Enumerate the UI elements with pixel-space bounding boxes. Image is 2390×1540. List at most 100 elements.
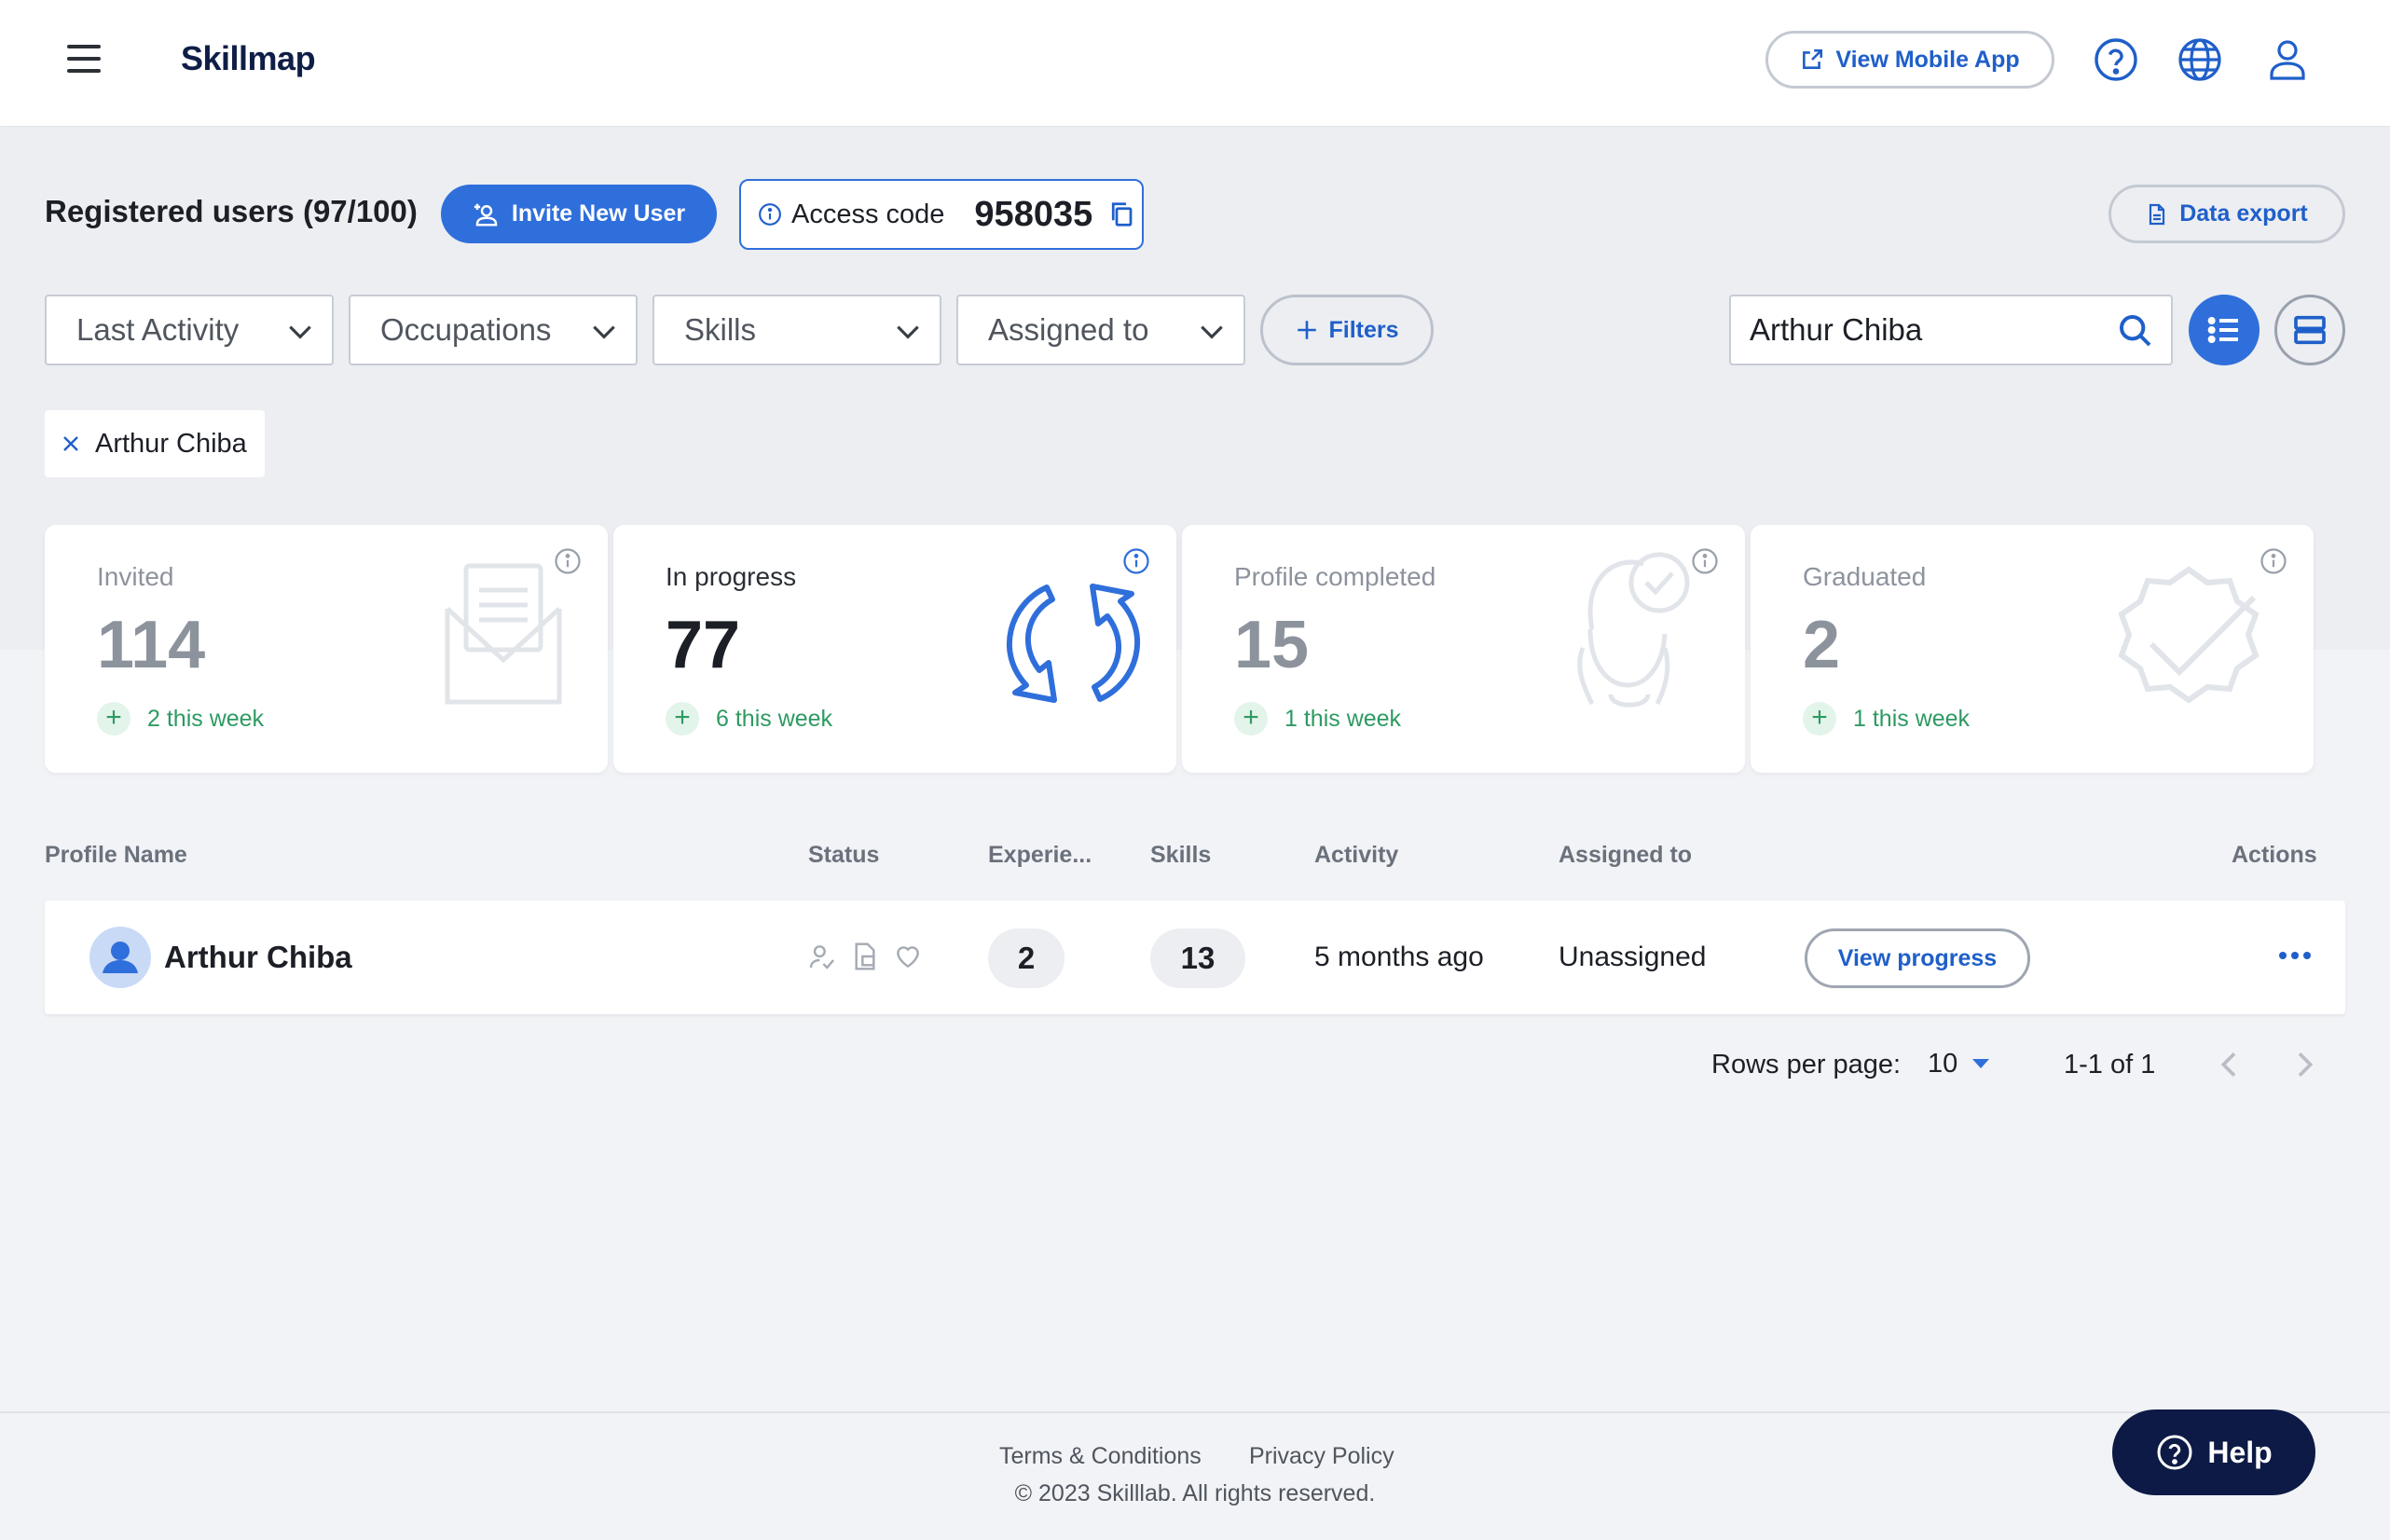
info-icon[interactable] [2260, 547, 2287, 575]
info-icon[interactable] [1122, 547, 1150, 575]
info-icon [759, 203, 781, 226]
filters-button[interactable]: Filters [1260, 295, 1434, 365]
external-link-icon [1803, 48, 1823, 69]
help-label: Help [2207, 1435, 2273, 1469]
column-skills[interactable]: Skills [1150, 842, 1211, 869]
globe-icon[interactable] [2176, 35, 2224, 84]
rows-icon [2294, 315, 2326, 345]
stat-weekly-label: 6 this week [716, 705, 833, 732]
skills-count: 13 [1150, 928, 1245, 988]
chevron-down-icon [289, 325, 311, 339]
document-icon [855, 942, 875, 970]
copy-icon[interactable] [1107, 200, 1135, 228]
column-profile-name[interactable]: Profile Name [45, 842, 187, 869]
help-circle-icon[interactable] [2092, 35, 2140, 84]
stat-value: 114 [97, 608, 206, 682]
column-assigned-to[interactable]: Assigned to [1559, 842, 1692, 869]
column-experience[interactable]: Experie... [988, 842, 1092, 869]
list-view-toggle[interactable] [2189, 295, 2260, 365]
badge-check-icon [2118, 566, 2260, 704]
data-export-label: Data export [2179, 200, 2308, 227]
experience-count: 2 [988, 928, 1065, 988]
top-header: Skillmap View Mobile App [0, 0, 2390, 127]
add-user-icon [474, 203, 498, 226]
search-icon[interactable] [2117, 312, 2154, 350]
view-mobile-app-label: View Mobile App [1835, 46, 2020, 73]
profile-name[interactable]: Arthur Chiba [164, 940, 352, 975]
rows-per-page-value: 10 [1928, 1048, 1958, 1079]
data-export-button[interactable]: Data export [2108, 185, 2345, 243]
stat-value: 2 [1803, 608, 1841, 682]
column-actions: Actions [2232, 842, 2317, 868]
stat-weekly-label: 1 this week [1853, 705, 1971, 732]
column-status[interactable]: Status [808, 842, 879, 869]
chevron-down-icon [593, 325, 615, 339]
caret-down-icon [1972, 1059, 1990, 1068]
menu-icon[interactable] [67, 45, 104, 76]
card-view-toggle[interactable] [2274, 295, 2345, 365]
occupations-dropdown[interactable]: Occupations [349, 295, 638, 365]
chevron-right-icon[interactable] [2286, 1046, 2323, 1083]
stat-value: 15 [1234, 608, 1310, 682]
rows-per-page-select[interactable]: 10 [1928, 1044, 2002, 1083]
last-activity-dropdown[interactable]: Last Activity [45, 295, 334, 365]
person-check-icon [1577, 552, 1690, 708]
occupations-label: Occupations [380, 312, 552, 347]
list-icon [2207, 317, 2238, 343]
document-icon [2150, 203, 2165, 225]
privacy-link[interactable]: Privacy Policy [1249, 1443, 1394, 1470]
plus-icon: + [1803, 702, 1836, 736]
plus-icon: + [666, 702, 699, 736]
stat-value: 77 [666, 608, 741, 682]
person-check-icon [809, 945, 834, 969]
plus-icon: + [97, 702, 130, 736]
info-icon[interactable] [1691, 547, 1719, 575]
terms-link[interactable]: Terms & Conditions [999, 1443, 1202, 1470]
stat-card-invited[interactable]: Invited 114 + 2 this week [45, 525, 608, 773]
help-circle-icon [2157, 1435, 2192, 1470]
search-field[interactable] [1729, 295, 2173, 365]
stat-label: Invited [97, 562, 174, 591]
copyright-text: © 2023 Skilllab. All rights reserved. [1014, 1480, 1376, 1506]
skills-dropdown[interactable]: Skills [652, 295, 941, 365]
skills-label: Skills [684, 312, 757, 347]
stat-label: Graduated [1803, 562, 1927, 591]
page-title: Registered users (97/100) [45, 194, 418, 228]
active-filter-chip: Arthur Chiba [45, 410, 265, 477]
plus-icon: + [1234, 702, 1268, 736]
column-activity[interactable]: Activity [1314, 842, 1398, 869]
heart-icon [897, 946, 919, 969]
stat-card-in-progress[interactable]: In progress 77 + 6 this week [613, 525, 1176, 773]
stat-label: Profile completed [1234, 562, 1436, 591]
close-icon[interactable] [60, 433, 82, 455]
filters-label: Filters [1328, 316, 1399, 343]
chevron-left-icon[interactable] [2211, 1046, 2248, 1083]
footer [0, 1411, 2390, 1540]
stat-weekly: + 1 this week [1803, 702, 1970, 736]
table-row[interactable]: Arthur Chiba 2 13 5 months ago Unassigne… [45, 901, 2345, 1014]
activity-value: 5 months ago [1314, 942, 1484, 972]
last-activity-label: Last Activity [76, 312, 240, 347]
view-progress-button[interactable]: View progress [1805, 928, 2030, 988]
more-actions-icon[interactable] [2273, 942, 2317, 969]
user-icon[interactable] [2263, 35, 2312, 84]
invite-new-user-label: Invite New User [511, 200, 686, 227]
search-input[interactable] [1750, 309, 2104, 351]
view-mobile-app-button[interactable]: View Mobile App [1765, 31, 2054, 89]
assigned-value: Unassigned [1559, 942, 1707, 972]
help-button[interactable]: Help [2112, 1409, 2315, 1495]
access-code-label: Access code [791, 199, 945, 229]
stat-weekly: + 2 this week [97, 702, 264, 736]
assigned-to-label: Assigned to [988, 312, 1149, 347]
stat-label: In progress [666, 562, 797, 591]
assigned-to-dropdown[interactable]: Assigned to [956, 295, 1245, 365]
person-icon [103, 942, 138, 973]
brand-logo[interactable]: Skillmap [181, 39, 316, 78]
stat-card-graduated[interactable]: Graduated 2 + 1 this week [1751, 525, 2314, 773]
stat-card-profile-completed[interactable]: Profile completed 15 + 1 this week [1182, 525, 1745, 773]
access-code-value: 958035 [974, 194, 1093, 234]
invite-new-user-button[interactable]: Invite New User [441, 185, 717, 243]
plus-icon [1298, 321, 1317, 339]
stat-weekly: + 1 this week [1234, 702, 1401, 736]
info-icon[interactable] [554, 547, 582, 575]
